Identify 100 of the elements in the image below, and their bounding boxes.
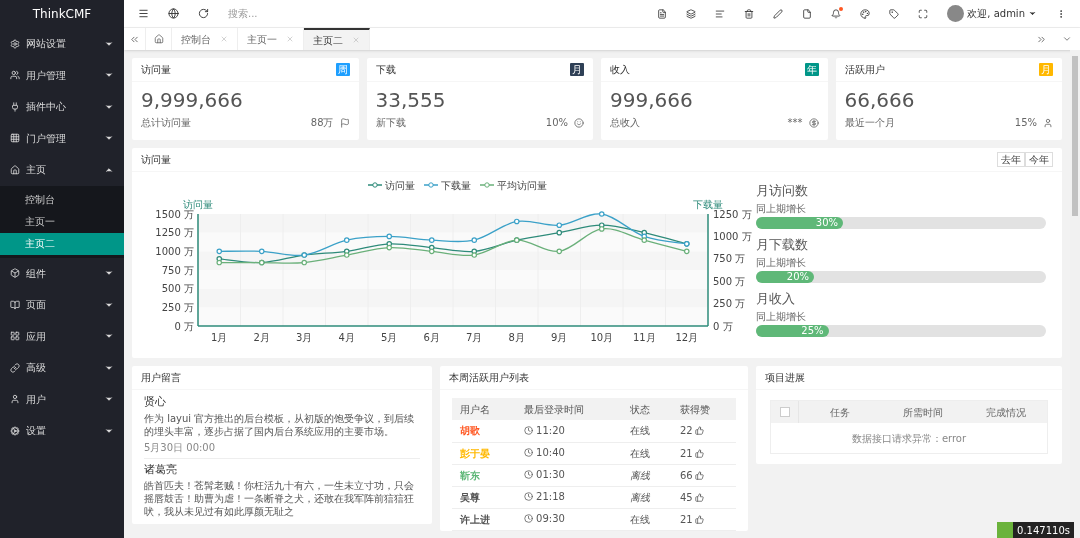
stat-value: 33,555 [375, 88, 447, 112]
axis-title: 下载量 [693, 199, 723, 210]
likes-count: 22 [679, 424, 693, 439]
tick-label: 4月 [338, 332, 355, 343]
tick-label: 1250 万 [155, 227, 194, 239]
stat-caption: 新下载 [375, 116, 406, 130]
period-tag: 年 [804, 63, 819, 76]
user-name: 吴尊 [460, 491, 480, 503]
message-text: 皓首匹夫！苍髯老贼！你枉活九十有六，一生未立寸功，只会摇唇鼓舌！助曹为虐！一条断脊之犬，还敢在我军阵前狺狺狂吠，我从未见过有如此厚颜无耻之 [144, 479, 415, 518]
tick-label: 1000 万 [155, 245, 194, 257]
column-header: 任务 [829, 405, 852, 420]
sidebar-label: 应用 [26, 329, 46, 344]
panel-title: 项目进展 [765, 371, 805, 385]
sidebar-label: 用户管理 [26, 68, 66, 83]
column-header: 获得赞 [671, 398, 736, 420]
status-cell: 离线 [621, 486, 672, 508]
user-name: 靳东 [460, 469, 480, 481]
column-header: 状态 [621, 398, 672, 420]
progress-caption: 同上期增长 [756, 256, 807, 270]
debug-time: 0.147110s [1016, 523, 1071, 538]
progress-reading: 30% [815, 217, 838, 229]
panel-title: 用户留言 [141, 371, 181, 385]
period-tag: 月 [1039, 63, 1053, 76]
stat-extra: *** [787, 116, 803, 130]
tick-label: 750 万 [713, 253, 746, 265]
progress-title: 月收入 [756, 290, 796, 308]
tick-label: 0 万 [713, 320, 733, 332]
message-text: 作为 layui 官方推出的后台模板，从初版的饱受争议，到后续的埋头丰富，逐步占据了国内后台系统应用的主要市场。 [144, 411, 416, 438]
status-cell: 离线 [621, 464, 672, 486]
legend-label: 平均访问量 [497, 179, 547, 191]
tick-label: 0 万 [174, 320, 194, 332]
status-cell: 在线 [621, 420, 672, 442]
message-time: 5月30日 00:00 [144, 440, 217, 455]
likes-count: 66 [679, 468, 693, 483]
tick-label: 250 万 [161, 301, 194, 313]
tick-label: 12月 [675, 332, 699, 343]
message-author: 贤心 [144, 394, 167, 410]
sidebar-label: 组件 [26, 266, 46, 281]
axis-title: 访问量 [183, 199, 213, 210]
tick-label: 3月 [296, 332, 313, 343]
progress-caption: 同上期增长 [756, 310, 807, 324]
user-name: 胡歌 [460, 425, 480, 437]
stat-caption: 总计访问量 [141, 116, 191, 130]
stat-value: 66,666 [844, 88, 916, 112]
stat-extra: 15% [1014, 116, 1037, 130]
sidebar-label: 高级 [26, 361, 46, 376]
likes-count: 21 [679, 512, 693, 527]
login-time: 09:30 [536, 512, 565, 526]
sidebar-label: 页面 [26, 298, 46, 313]
login-time: 01:30 [536, 468, 565, 482]
tick-label: 6月 [423, 332, 440, 343]
tick-label: 1000 万 [713, 230, 752, 242]
likes-count: 45 [679, 490, 693, 505]
tick-label: 500 万 [161, 283, 194, 295]
tick-label: 250 万 [713, 298, 746, 310]
tick-label: 5月 [381, 332, 398, 343]
progress-title: 月下载数 [756, 236, 809, 254]
progress-reading: 25% [801, 325, 824, 337]
column-header: 用户名 [452, 398, 517, 420]
card-title: 活跃用户 [844, 63, 885, 77]
card-title: 访问量 [141, 63, 171, 77]
card-title: 下载 [375, 63, 396, 77]
tick-label: 11月 [632, 332, 656, 343]
login-time: 10:40 [536, 446, 565, 460]
tick-label: 7月 [466, 332, 483, 343]
stat-value: 999,666 [610, 88, 694, 112]
period-tag: 月 [570, 63, 584, 76]
tick-label: 1250 万 [713, 208, 752, 220]
stat-extra: 10% [545, 116, 568, 130]
column-header: 最后登录时间 [516, 398, 622, 420]
status-cell: 在线 [621, 442, 672, 464]
panel-title: 访问量 [141, 153, 171, 167]
tick-label: 1月 [211, 332, 228, 343]
sidebar-label: 插件中心 [26, 100, 66, 115]
stat-caption: 最近一个月 [844, 116, 895, 130]
column-header: 完成情况 [984, 405, 1027, 420]
progress-title: 月访问数 [756, 182, 809, 200]
tick-label: 750 万 [161, 264, 194, 276]
likes-count: 21 [679, 446, 693, 461]
tick-label: 8月 [508, 332, 525, 343]
tick-label: 9月 [551, 332, 568, 343]
sidebar-label: 网站设置 [26, 37, 66, 52]
legend-label: 访问量 [385, 179, 415, 191]
message-author: 诸葛亮 [144, 461, 178, 478]
stat-extra: 88万 [310, 116, 334, 130]
tick-label: 2月 [253, 332, 270, 343]
empty-message: 数据接口请求异常：error [851, 431, 967, 446]
card-title: 收入 [610, 63, 630, 77]
stat-caption: 总收入 [610, 116, 640, 130]
progress-reading: 20% [786, 271, 809, 283]
legend-label: 下载量 [441, 179, 471, 191]
sidebar-label: 设置 [26, 424, 46, 439]
tick-label: 500 万 [713, 275, 746, 287]
user-name: 许上进 [460, 513, 490, 525]
status-cell: 在线 [621, 508, 672, 530]
sidebar-label: 用户 [26, 392, 46, 407]
column-header: 所需时间 [902, 405, 944, 420]
user-name: 彭于晏 [460, 447, 490, 459]
sidebar-label: 主页 [26, 163, 46, 178]
progress-caption: 同上期增长 [756, 202, 807, 216]
